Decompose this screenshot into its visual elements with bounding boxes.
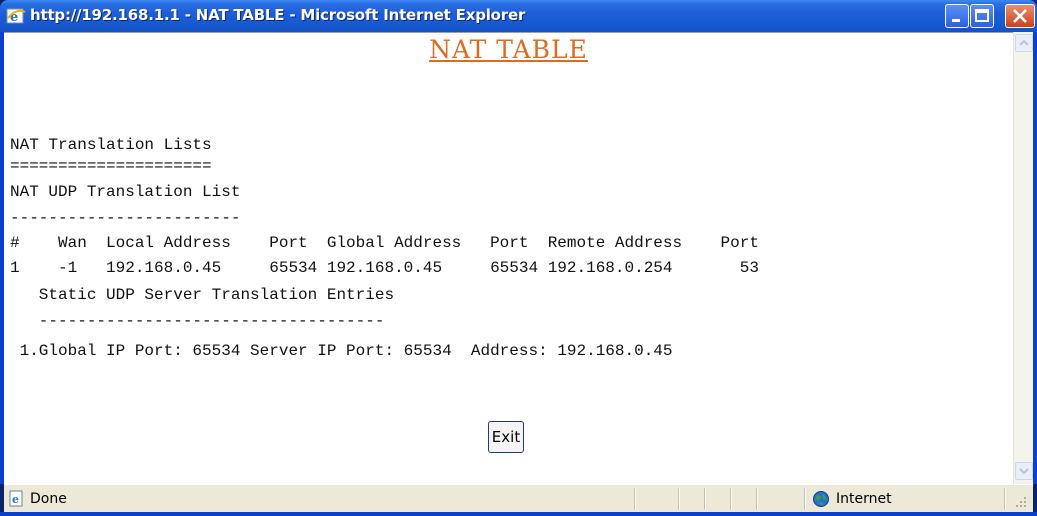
chevron-down-icon (1019, 468, 1029, 475)
text-line: NAT Translation Lists (10, 136, 212, 154)
page-content: NAT TABLE NAT Translation Lists ========… (4, 32, 1013, 484)
table-row: 1 -1 192.168.0.45 65534 192.168.0.45 655… (10, 259, 759, 277)
status-bar: e Done Internet (4, 484, 1033, 512)
close-button[interactable] (1005, 4, 1035, 28)
text-line: Static UDP Server Translation Entries (10, 286, 395, 304)
status-divider (1004, 488, 1006, 510)
page-heading: NAT TABLE (429, 35, 588, 64)
status-divider (756, 488, 758, 510)
browser-window: e http://192.168.1.1 - NAT TABLE - Micro… (0, 0, 1037, 516)
text-line: ===================== (10, 157, 212, 175)
text-line: NAT UDP Translation List (10, 183, 241, 201)
exit-button[interactable]: Exit (488, 421, 524, 453)
status-divider (704, 488, 706, 510)
internet-globe-icon (813, 491, 829, 507)
status-divider (804, 488, 806, 510)
maximize-button[interactable] (970, 4, 994, 28)
close-icon (1013, 9, 1027, 23)
status-divider (730, 488, 732, 510)
table-header-row: # Wan Local Address Port Global Address … (10, 234, 759, 252)
scroll-up-button[interactable] (1015, 34, 1033, 52)
minimize-icon (952, 19, 960, 22)
page-heading-wrap: NAT TABLE (4, 35, 1013, 64)
security-zone-label: Internet (836, 491, 892, 507)
window-frame-bottom (0, 512, 1037, 516)
status-divider (678, 488, 680, 510)
status-text: Done (30, 491, 67, 507)
window-title: http://192.168.1.1 - NAT TABLE - Microso… (30, 6, 526, 24)
window-frame-right (1033, 32, 1037, 484)
svg-text:e: e (12, 493, 19, 506)
text-line: ------------------------ (10, 209, 241, 227)
minimize-button[interactable] (945, 4, 969, 28)
status-divider (634, 488, 636, 510)
resize-grip-icon[interactable] (1014, 495, 1028, 509)
maximize-icon (975, 9, 989, 22)
chevron-up-icon (1019, 39, 1029, 46)
ie-logo-icon: e (6, 8, 26, 25)
scroll-down-button[interactable] (1015, 462, 1033, 480)
title-bar[interactable]: e http://192.168.1.1 - NAT TABLE - Micro… (0, 0, 1037, 32)
static-entry-line: 1.Global IP Port: 65534 Server IP Port: … (10, 342, 673, 360)
vertical-scrollbar[interactable] (1013, 32, 1033, 484)
page-done-icon: e (9, 490, 23, 507)
text-line: ------------------------------------ (10, 312, 385, 330)
